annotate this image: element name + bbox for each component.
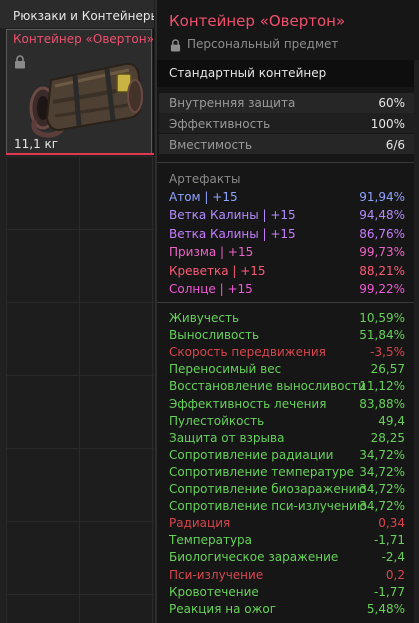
- item-tooltip: Контейнер «Овертон» Персональный предмет…: [155, 0, 419, 623]
- effect-row-value: -1,71: [373, 533, 405, 548]
- artifact-row-value: 86,76%: [359, 226, 405, 241]
- effect-row-label: Пулестойкость: [169, 413, 265, 428]
- artifact-row-value: 99,22%: [359, 282, 405, 296]
- lock-icon: [14, 54, 26, 73]
- effect-row-label: Сопротивление радиации: [169, 447, 334, 462]
- effect-row-label: Сопротивление температуре: [169, 464, 354, 479]
- separator: [157, 302, 419, 303]
- inventory-panel: Рюкзаки и Контейнеры Контейнер «Овертон»: [0, 0, 154, 623]
- effect-row-label: Живучесть: [169, 311, 240, 325]
- base-stat-label: Вместимость: [169, 138, 253, 152]
- effect-row-label: Скорость передвижения: [169, 345, 326, 360]
- artifact-row-label: Ветка Калины | +15: [169, 208, 296, 223]
- base-stat-value: 100%: [370, 117, 405, 131]
- effect-row-label: Выносливость: [169, 328, 260, 343]
- effect-row-label: Температура: [169, 533, 253, 548]
- effect-row-value: 51,84%: [359, 328, 405, 343]
- effect-row-value: 34,72%: [359, 482, 405, 496]
- effect-row-label: Переносимый вес: [169, 362, 282, 377]
- base-stat-value: 60%: [378, 96, 405, 110]
- artifact-row-label: Креветка | +15: [169, 263, 266, 278]
- effect-row-value: 34,72%: [359, 447, 405, 462]
- artifact-row-label: Призма | +15: [169, 245, 254, 260]
- effect-row-label: Радиация: [169, 516, 231, 531]
- effect-row-value: 10,59%: [359, 311, 405, 325]
- effect-row-value: 34,72%: [359, 499, 405, 514]
- effect-row-value: 49,4: [378, 413, 405, 428]
- effect-row-value: 5,48%: [366, 601, 405, 616]
- effect-row-value: 26,57: [370, 362, 405, 377]
- artifacts-header: Артефакты: [169, 172, 241, 186]
- effect-row-label: Пси-излучение: [169, 567, 264, 582]
- effect-row-label: Эффективность лечения: [169, 396, 327, 411]
- artifact-row-value: 94,48%: [359, 208, 405, 223]
- artifact-row-value: 88,21%: [359, 263, 405, 278]
- effect-row-value: -1,77: [373, 584, 405, 599]
- effect-row-value: 0,2: [385, 567, 405, 582]
- artifact-row-label: Солнце | +15: [169, 282, 253, 296]
- effect-row-value: -3,5%: [370, 345, 405, 360]
- effect-row-label: Защита от взрыва: [169, 430, 285, 445]
- artifact-row-value: 91,94%: [359, 190, 405, 204]
- tooltip-subtitle: Персональный предмет: [187, 37, 339, 51]
- inventory-category-header[interactable]: Рюкзаки и Контейнеры: [0, 0, 154, 28]
- base-stat-label: Эффективность: [169, 117, 271, 131]
- effect-row-label: Кровотечение: [169, 584, 259, 599]
- effect-row-label: Реакция на ожог: [169, 601, 277, 616]
- effect-row-value: -2,4: [381, 550, 405, 565]
- effect-row-value: 0,34: [378, 516, 405, 531]
- item-type: Стандартный контейнер: [157, 60, 419, 87]
- effect-row-value: 11,12%: [359, 379, 405, 394]
- item-slot-weight: 11,1 кг: [14, 137, 59, 151]
- artifact-row-label: Ветка Калины | +15: [169, 226, 296, 241]
- base-stat-label: Внутренняя защита: [169, 96, 296, 110]
- inventory-grid[interactable]: [6, 156, 154, 623]
- item-slot-overton[interactable]: Контейнер «Овертон» 11,1 кг: [6, 29, 154, 155]
- effect-row-label: Сопротивление пси-излучению: [169, 499, 368, 514]
- separator: [157, 162, 419, 163]
- container-item-icon: [29, 56, 145, 142]
- effect-row-label: Биологическое заражение: [169, 550, 339, 565]
- effect-row-value: 28,25: [370, 430, 405, 445]
- effect-row-value: 34,72%: [359, 464, 405, 479]
- tooltip-scrollbar[interactable]: [414, 60, 419, 623]
- effect-row-value: 83,88%: [359, 396, 405, 411]
- artifact-row-value: 99,73%: [359, 245, 405, 260]
- effect-row-label: Восстановление выносливости: [169, 379, 366, 394]
- artifact-row-label: Атом | +15: [169, 190, 238, 204]
- selected-indicator: [6, 153, 154, 155]
- base-stat-value: 6/6: [385, 138, 405, 152]
- effect-row-label: Сопротивление биозаражению: [169, 482, 367, 496]
- tooltip-title: Контейнер «Овертон»: [169, 12, 346, 30]
- item-slot-name: Контейнер «Овертон»: [13, 32, 154, 46]
- lock-icon: [170, 37, 181, 56]
- category-label: Рюкзаки и Контейнеры: [13, 9, 154, 23]
